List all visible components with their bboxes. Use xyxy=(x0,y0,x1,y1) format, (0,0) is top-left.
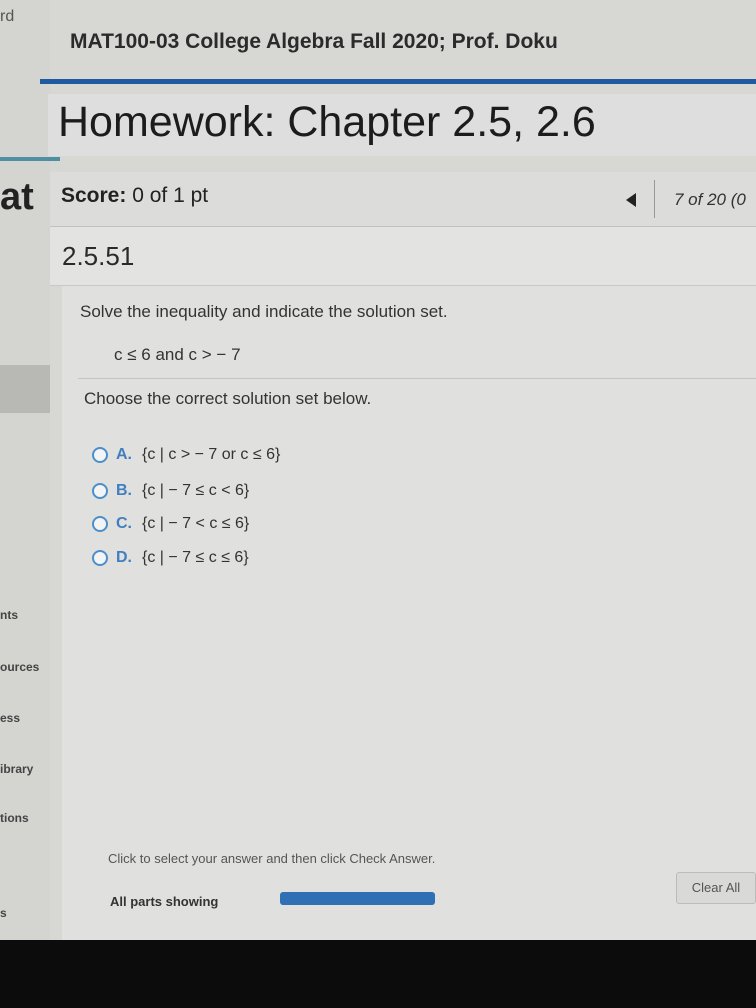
sidebar-highlight xyxy=(0,365,50,413)
option-text: {c | c > − 7 or c ≤ 6} xyxy=(142,446,281,463)
sidebar-score-fragment: at xyxy=(0,176,34,218)
score-display: Score: 0 of 1 pt xyxy=(61,184,208,208)
inequality-expression: c ≤ 6 and c > − 7 xyxy=(114,345,241,364)
option-a[interactable]: A. {c | c > − 7 or c ≤ 6} xyxy=(92,443,280,467)
question-separator xyxy=(78,378,756,379)
radio-icon[interactable] xyxy=(92,447,108,463)
sidebar-link-resources[interactable]: ources xyxy=(0,660,39,674)
radio-icon[interactable] xyxy=(92,516,108,532)
question-count-dropdown[interactable]: 7 of 20 (0 xyxy=(674,190,746,210)
sidebar-link-options[interactable]: tions xyxy=(0,811,29,825)
parts-progress-fill xyxy=(280,892,435,905)
sidebar xyxy=(0,0,50,940)
question-content-panel xyxy=(62,286,756,940)
sidebar-link-progress[interactable]: ess xyxy=(0,711,20,725)
question-number: 2.5.51 xyxy=(62,241,135,271)
option-text: {c | − 7 ≤ c ≤ 6} xyxy=(142,549,249,566)
parts-showing-label: All parts showing xyxy=(110,894,219,909)
bottom-bezel xyxy=(0,940,756,1008)
header-divider xyxy=(40,79,756,84)
question-number-bar xyxy=(50,227,756,286)
sidebar-link-library[interactable]: ibrary xyxy=(0,762,33,776)
option-d[interactable]: D. {c | − 7 ≤ c ≤ 6} xyxy=(92,546,249,570)
option-letter: A. xyxy=(116,446,132,463)
footer-instruction: Click to select your answer and then cli… xyxy=(108,851,436,866)
option-letter: C. xyxy=(116,515,132,532)
option-text: {c | − 7 ≤ c < 6} xyxy=(142,482,250,499)
option-letter: D. xyxy=(116,549,132,566)
sidebar-divider xyxy=(0,157,60,161)
triangle-left-icon[interactable] xyxy=(626,193,636,207)
option-letter: B. xyxy=(116,482,132,499)
radio-icon[interactable] xyxy=(92,483,108,499)
answer-instruction: Choose the correct solution set below. xyxy=(84,389,372,408)
score-value: 0 of 1 pt xyxy=(132,184,209,207)
score-label: Score: xyxy=(61,184,127,207)
radio-icon[interactable] xyxy=(92,550,108,566)
clear-all-button[interactable]: Clear All xyxy=(676,872,756,904)
homework-title: Homework: Chapter 2.5, 2.6 xyxy=(58,98,596,146)
course-title: MAT100-03 College Algebra Fall 2020; Pro… xyxy=(70,30,558,53)
parts-progress-bar xyxy=(280,892,435,905)
nav-divider xyxy=(654,180,655,218)
sidebar-link-tools[interactable]: s xyxy=(0,906,7,920)
sidebar-link-contents[interactable]: nts xyxy=(0,608,18,622)
question-prompt: Solve the inequality and indicate the so… xyxy=(80,302,448,321)
sidebar-top-fragment: rd xyxy=(0,8,15,25)
option-text: {c | − 7 < c ≤ 6} xyxy=(142,515,250,532)
option-c[interactable]: C. {c | − 7 < c ≤ 6} xyxy=(92,512,249,536)
option-b[interactable]: B. {c | − 7 ≤ c < 6} xyxy=(92,479,249,503)
